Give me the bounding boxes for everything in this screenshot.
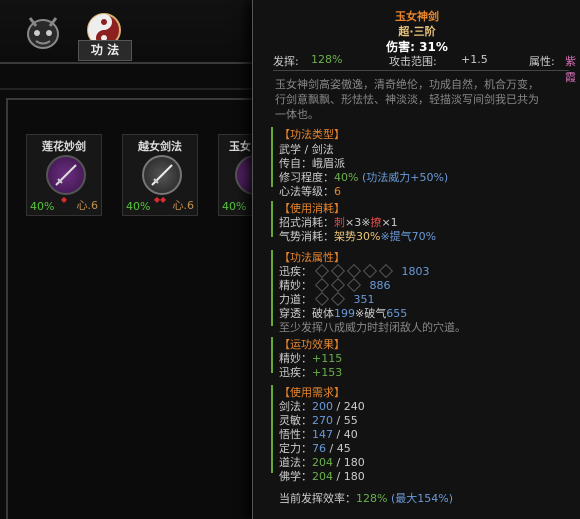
range-value: +1.5 xyxy=(461,53,488,66)
section-bracket xyxy=(271,127,277,187)
mastery-percent: 40% xyxy=(126,200,151,213)
desc-line: 玉女神剑高姿傲逸，清奇绝伦，功成自然，机合万变， xyxy=(275,78,539,91)
desc-line: 行剑意飘飘、形怯怯、神淡淡，轻描淡写间剑我已共为 xyxy=(275,93,539,106)
skill-card[interactable]: 越女剑法 ◆◆ 40% 心.6 xyxy=(122,134,198,216)
section-bracket xyxy=(271,337,277,373)
skill-tooltip-panel: 玉女神剑 超·三阶 伤害: 31% 发挥: 128% 攻击范围: +1.5 属性… xyxy=(252,0,580,519)
mastery-percent: 40% xyxy=(222,200,247,213)
divider xyxy=(0,62,252,64)
efficiency-line: 当前发挥效率：128% (最大154%) xyxy=(279,492,453,505)
skill-card-title: 越女剑法 xyxy=(138,140,182,153)
sword-skill-icon xyxy=(142,155,182,195)
mind-level: 心.6 xyxy=(76,199,99,212)
fahui-label: 发挥: xyxy=(273,55,299,68)
skill-name: 玉女神剑 xyxy=(395,10,439,23)
attr-note: 至少发挥八成威力时封闭敌人的穴道。 xyxy=(279,321,466,334)
tab-gongfa[interactable]: 功 法 xyxy=(78,40,132,61)
req-line: 佛学：204 / 180 xyxy=(279,470,365,483)
divider xyxy=(0,88,252,90)
effect-line: 迅疾：+153 xyxy=(279,366,343,379)
section-title-type: 【功法类型】 xyxy=(279,128,345,141)
skill-card[interactable]: 莲花妙剑 ◆ 40% 心.6 xyxy=(26,134,102,216)
mastery-percent: 40% xyxy=(30,200,55,213)
range-label: 攻击范围: xyxy=(389,55,437,68)
divider xyxy=(6,98,252,100)
stat-row: 发挥: 128% 攻击范围: +1.5 属性: 紫霞 xyxy=(273,53,576,84)
fahui-value: 128% xyxy=(311,53,343,66)
divider xyxy=(273,70,569,71)
mind-level: 心.6 xyxy=(172,199,195,212)
section-bracket xyxy=(271,250,277,326)
desc-line: 一体也。 xyxy=(275,108,319,121)
cost-line: 气势消耗：架势30%※提气70% xyxy=(279,230,437,243)
skill-card-title: 莲花妙剑 xyxy=(42,140,86,153)
type-line: 心法等级：6 xyxy=(279,185,341,198)
mask-icon[interactable] xyxy=(20,8,66,54)
section-bracket xyxy=(271,201,277,237)
divider xyxy=(6,98,8,519)
skill-grade: 超·三阶 xyxy=(398,25,436,38)
attr-label: 属性: xyxy=(529,55,555,68)
section-bracket xyxy=(271,385,277,473)
sword-skill-icon xyxy=(46,155,86,195)
skill-description: 玉女神剑高姿傲逸，清奇绝伦，功成自然，机合万变， 行剑意飘飘、形怯怯、神淡淡，轻… xyxy=(275,77,571,122)
